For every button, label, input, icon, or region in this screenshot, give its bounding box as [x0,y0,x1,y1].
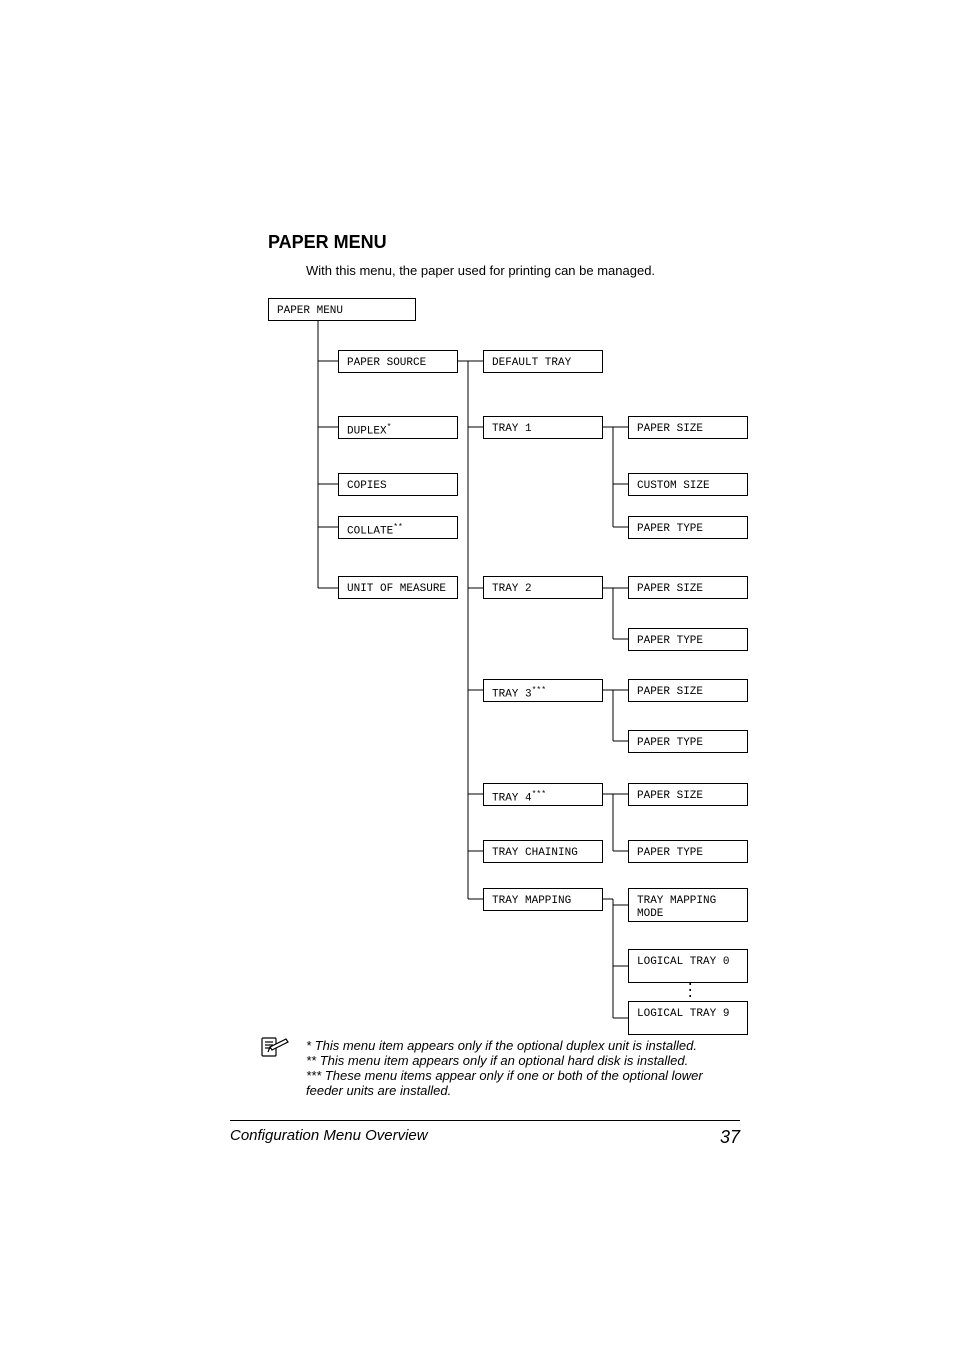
note-icon [260,1036,290,1063]
box-paper-type-tray4: PAPER TYPE [628,840,748,863]
ellipsis-dots: ··· [686,982,692,1000]
tray4-label: TRAY 4 [492,793,532,805]
footer-title: Configuration Menu Overview [230,1127,428,1144]
footnote-3: *** These menu items appear only if one … [306,1068,738,1098]
collate-label: COLLATE [347,526,393,538]
section-heading: PAPER MENU [268,232,738,253]
footnote-1: * This menu item appears only if the opt… [306,1038,738,1053]
box-copies: COPIES [338,473,458,496]
box-paper-size-tray2: PAPER SIZE [628,576,748,599]
tray3-label: TRAY 3 [492,689,532,701]
box-paper-size-tray1: PAPER SIZE [628,416,748,439]
box-tray-4: TRAY 4*** [483,783,603,806]
box-tray-mapping: TRAY MAPPING [483,888,603,911]
box-default-tray: DEFAULT TRAY [483,350,603,373]
box-paper-type-tray1: PAPER TYPE [628,516,748,539]
box-paper-type-tray2: PAPER TYPE [628,628,748,651]
box-paper-size-tray3: PAPER SIZE [628,679,748,702]
collate-footnote-mark: ** [393,523,403,532]
box-tray-3: TRAY 3*** [483,679,603,702]
box-logical-tray-9: LOGICAL TRAY 9 [628,1001,748,1035]
duplex-footnote-mark: * [387,423,392,432]
diagram-connectors [268,298,758,1038]
footer-page-number: 37 [720,1127,740,1148]
box-paper-size-tray4: PAPER SIZE [628,783,748,806]
footnotes: * This menu item appears only if the opt… [306,1038,738,1098]
tray3-footnote-mark: *** [532,686,546,695]
box-unit-of-measure: UNIT OF MEASURE [338,576,458,599]
box-tray-1: TRAY 1 [483,416,603,439]
duplex-label: DUPLEX [347,426,387,438]
box-duplex: DUPLEX* [338,416,458,439]
box-tray-mapping-mode: TRAY MAPPING MODE [628,888,748,922]
page-footer: Configuration Menu Overview 37 [230,1120,740,1148]
box-paper-menu: PAPER MENU [268,298,416,321]
box-paper-type-tray3: PAPER TYPE [628,730,748,753]
intro-text: With this menu, the paper used for print… [306,263,738,278]
footnote-2: ** This menu item appears only if an opt… [306,1053,738,1068]
box-paper-source: PAPER SOURCE [338,350,458,373]
box-tray-chaining: TRAY CHAINING [483,840,603,863]
tray4-footnote-mark: *** [532,790,546,799]
box-collate: COLLATE** [338,516,458,539]
box-custom-size: CUSTOM SIZE [628,473,748,496]
menu-diagram: PAPER MENU PAPER SOURCE DUPLEX* COPIES C… [268,298,738,1028]
box-tray-2: TRAY 2 [483,576,603,599]
